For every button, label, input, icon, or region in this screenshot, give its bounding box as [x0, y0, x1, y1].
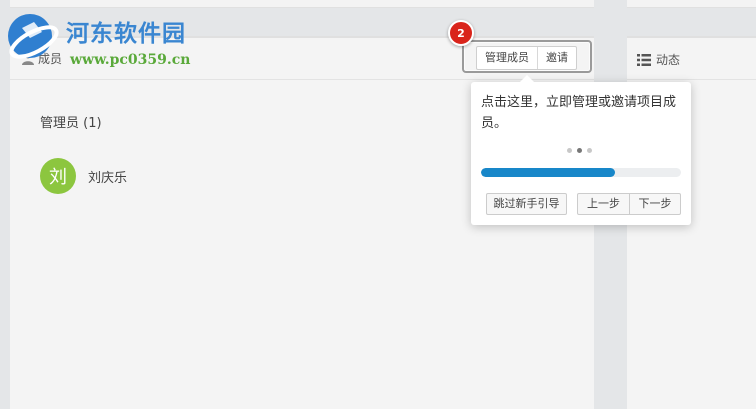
step-dot: [567, 148, 572, 153]
top-strip-right: [627, 0, 756, 8]
admin-section-label: 管理员 (1): [40, 116, 102, 131]
guide-step-dots: [567, 148, 592, 153]
watermark: 河东软件园 www.pc0359.cn: [4, 8, 214, 72]
member-name: 刘庆乐: [88, 170, 128, 186]
watermark-title: 河东软件园: [66, 20, 186, 47]
watermark-logo-icon: [8, 14, 59, 59]
activity-title-text: 动态: [656, 53, 681, 67]
next-step-button[interactable]: 下一步: [629, 193, 681, 215]
guide-progress-fill: [481, 168, 615, 177]
list-icon: [637, 53, 651, 66]
activity-panel-title: 动态: [637, 51, 680, 68]
guide-step-badge: 2: [448, 20, 474, 46]
guide-popover: 点击这里，立即管理或邀请项目成员。 跳过新手引导 上一步 下一步: [471, 75, 691, 225]
avatar: 刘: [40, 158, 76, 194]
previous-step-button[interactable]: 上一步: [577, 193, 630, 215]
top-strip: [10, 0, 594, 8]
activity-panel-header: 动态: [627, 38, 756, 80]
member-item[interactable]: 刘 刘庆乐: [40, 158, 127, 194]
guide-text: 点击这里，立即管理或邀请项目成员。: [481, 95, 677, 131]
skip-guide-button[interactable]: 跳过新手引导: [486, 193, 567, 215]
guide-progress-bar: [481, 168, 681, 177]
popover-arrow: [520, 75, 534, 82]
guide-highlight-ring: [462, 40, 592, 73]
step-dot: [577, 148, 582, 153]
step-dot: [587, 148, 592, 153]
watermark-url: www.pc0359.cn: [70, 52, 191, 68]
